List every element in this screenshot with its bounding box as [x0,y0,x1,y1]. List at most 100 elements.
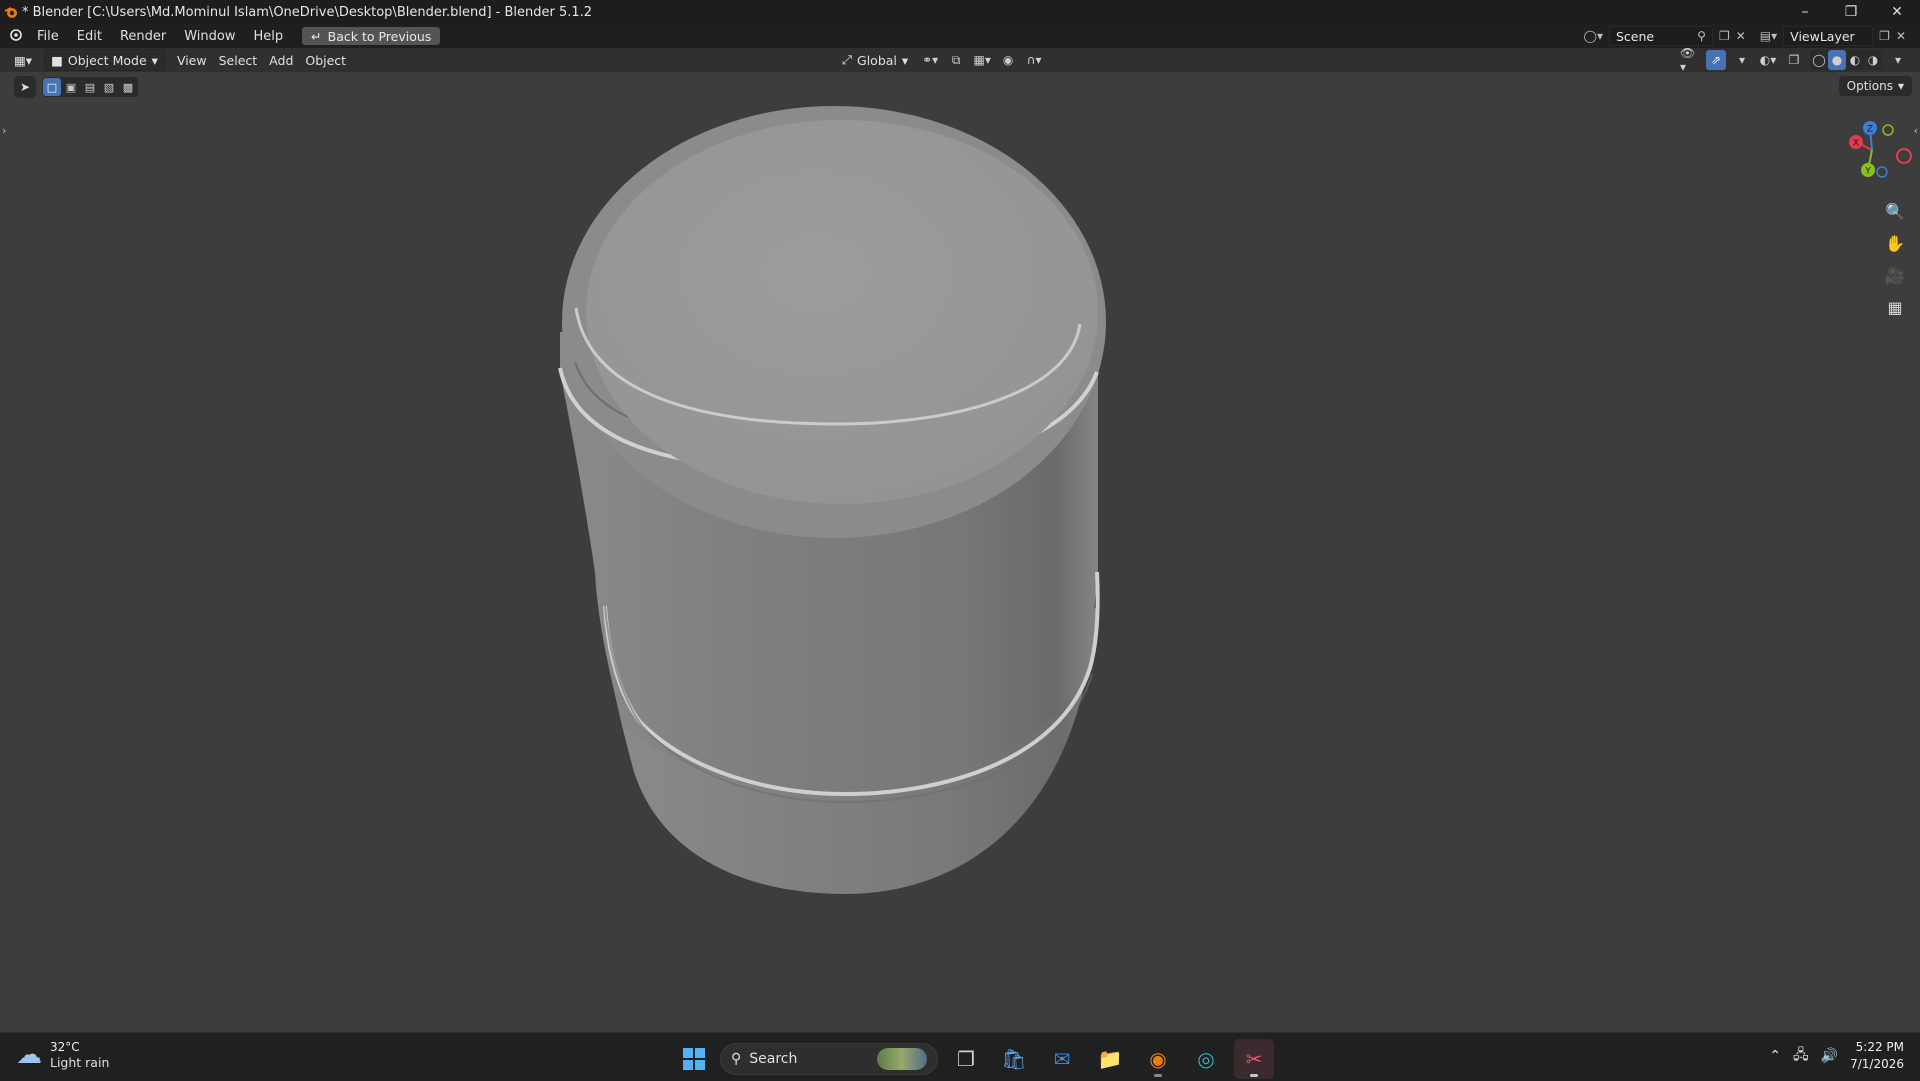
search-highlight-image [877,1048,927,1070]
weather-widget[interactable]: ☁ 32°C Light rain [16,1039,109,1071]
z-axis-label: Z [1867,125,1873,135]
overlays-icon[interactable]: ◐▾ [1758,50,1778,70]
orientation-icon: ⤢ [842,52,853,67]
windows-start-icon[interactable] [676,1041,712,1077]
y-axis-label: Y [1864,167,1871,177]
viewport-display-tools: 👁▾ ⇗ ▾ ◐▾ ❐ ◯ ● ◐ ◑ ▾ [1680,46,1908,74]
falloff-icon[interactable]: ∩▾ [1024,50,1044,70]
viewport-navigation-tools: 🔍 ✋ 🎥 ▦ [1882,198,1908,320]
pin-icon[interactable]: ⚲ [1697,29,1706,43]
visibility-icon[interactable]: 👁▾ [1680,46,1700,74]
system-tray: ⌃ 🖧 🔊 5:22 PM 7/1/2026 [1769,1039,1904,1073]
blender-logo-icon [0,1,22,23]
neg-y-axis-handle[interactable] [1882,124,1894,136]
shading-options-icon[interactable]: ▾ [1888,50,1908,70]
camera-view-icon[interactable]: 🎥 [1882,262,1908,288]
menu-object[interactable]: Object [299,50,352,70]
delete-view-layer-icon[interactable]: ✕ [1896,29,1906,43]
perspective-toggle-icon[interactable]: ▦ [1882,294,1908,320]
neg-x-axis-handle[interactable] [1896,148,1912,164]
blender-menu-icon[interactable] [0,27,28,45]
snipping-tool-icon[interactable]: ✂ [1234,1039,1274,1079]
shading-mode-group: ◯ ● ◐ ◑ [1810,50,1882,70]
pivot-point-icon[interactable]: ⚭▾ [920,50,940,70]
rendered-shading-icon[interactable]: ◑ [1864,50,1882,70]
close-icon[interactable]: ✕ [1874,0,1920,24]
top-menu-bar: File Edit Render Window Help ↵ Back to P… [0,24,1920,48]
material-shading-icon[interactable]: ◐ [1846,50,1864,70]
search-icon: ⚲ [731,1051,742,1067]
new-scene-icon[interactable]: ❐ [1719,29,1730,43]
taskbar-search-field[interactable]: ⚲ Search [720,1043,938,1075]
back-to-previous-button[interactable]: ↵ Back to Previous [302,27,441,45]
edge-browser-icon[interactable]: ◎ [1186,1039,1226,1079]
chevron-down-icon: ▾ [901,52,909,68]
gizmo-toggle-icon[interactable]: ⇗ [1706,50,1726,70]
view-layer-icon[interactable]: ▤▾ [1760,29,1777,43]
menu-view[interactable]: View [171,50,213,70]
pan-hand-icon[interactable]: ✋ [1882,230,1908,256]
menu-window[interactable]: Window [175,29,244,44]
object-mode-label: Object Mode [67,52,147,68]
menu-select[interactable]: Select [213,50,264,70]
microsoft-store-icon[interactable]: 🛍 [994,1039,1034,1079]
x-axis-label: X [1853,139,1859,149]
scene-name: Scene [1615,28,1655,44]
neg-z-axis-handle[interactable] [1876,166,1888,178]
rain-cloud-icon: ☁ [16,1040,42,1070]
viewport-3d[interactable] [0,72,1920,1032]
weather-temperature: 32°C [50,1040,80,1054]
transform-tools: ⤢ Global ▾ ⚭▾ ⧉ ▦▾ ◉ ∩▾ [836,50,1044,70]
delete-scene-icon[interactable]: ✕ [1736,29,1746,43]
blender-taskbar-icon[interactable]: ◉ [1138,1039,1178,1079]
snap-toggle-icon[interactable]: ⧉ [946,50,966,70]
xray-toggle-icon[interactable]: ❐ [1784,50,1804,70]
volume-icon[interactable]: 🔊 [1821,1048,1838,1064]
scene-icon[interactable]: ◯▾ [1584,29,1603,43]
chevron-up-icon[interactable]: ⌃ [1769,1048,1781,1064]
menu-help[interactable]: Help [245,29,293,44]
viewport-header: ▦▾ ■ Object Mode ▾ View Select Add Objec… [0,46,1920,74]
search-placeholder: Search [749,1051,798,1067]
view-layer-selector: ▤▾ ViewLayer ❐ ✕ [1760,26,1906,46]
file-explorer-icon[interactable]: 📁 [1090,1039,1130,1079]
wireframe-shading-icon[interactable]: ◯ [1810,50,1828,70]
minimize-icon[interactable]: – [1782,0,1828,24]
taskbar-apps: ⚲ Search ❐ 🛍 ✉ 📁 ◉ ◎ ✂ [676,1039,1274,1079]
scene-selector: ◯▾ Scene ⚲ ❐ ✕ [1584,26,1746,46]
back-to-previous-label: Back to Previous [327,28,432,44]
window-title: * Blender [C:\Users\Md.Mominul Islam\One… [22,4,593,20]
snap-target-icon[interactable]: ▦▾ [972,50,992,70]
proportional-edit-icon[interactable]: ◉ [998,50,1018,70]
title-bar: * Blender [C:\Users\Md.Mominul Islam\One… [0,0,1920,24]
object-mode-icon: ■ [51,52,63,68]
menu-file[interactable]: File [28,29,68,44]
navigation-gizmo[interactable]: X Y Z [1820,116,1916,186]
view-layer-field[interactable]: ViewLayer [1783,26,1874,46]
outlook-icon[interactable]: ✉ [1042,1039,1082,1079]
clock-date: 7/1/2026 [1850,1057,1904,1071]
object-mode-dropdown[interactable]: ■ Object Mode ▾ [44,49,165,71]
transform-orientation-dropdown[interactable]: ⤢ Global ▾ [836,50,914,70]
back-icon: ↵ [311,28,322,44]
new-view-layer-icon[interactable]: ❐ [1879,29,1890,43]
menu-render[interactable]: Render [111,29,175,44]
menu-add[interactable]: Add [263,50,299,70]
network-icon[interactable]: 🖧 [1793,1044,1809,1068]
task-view-icon[interactable]: ❐ [946,1039,986,1079]
chevron-down-icon: ▾ [151,52,158,68]
system-clock[interactable]: 5:22 PM 7/1/2026 [1850,1039,1904,1073]
weather-condition: Light rain [50,1055,110,1070]
editor-type-icon[interactable]: ▦▾ [8,50,38,70]
windows-taskbar: ☁ 32°C Light rain ⚲ Search ❐ 🛍 ✉ 📁 ◉ ◎ ✂… [0,1032,1920,1081]
zoom-icon[interactable]: 🔍 [1882,198,1908,224]
solid-shading-icon[interactable]: ● [1828,50,1846,70]
gizmo-dropdown-icon[interactable]: ▾ [1732,50,1752,70]
view-layer-name: ViewLayer [1790,28,1855,44]
clock-time: 5:22 PM [1855,1040,1904,1054]
restore-icon[interactable]: ❐ [1828,0,1874,24]
cylinder-mesh[interactable] [558,106,1106,894]
orientation-label: Global [857,52,897,68]
scene-field[interactable]: Scene ⚲ [1608,26,1713,46]
menu-edit[interactable]: Edit [68,29,111,44]
